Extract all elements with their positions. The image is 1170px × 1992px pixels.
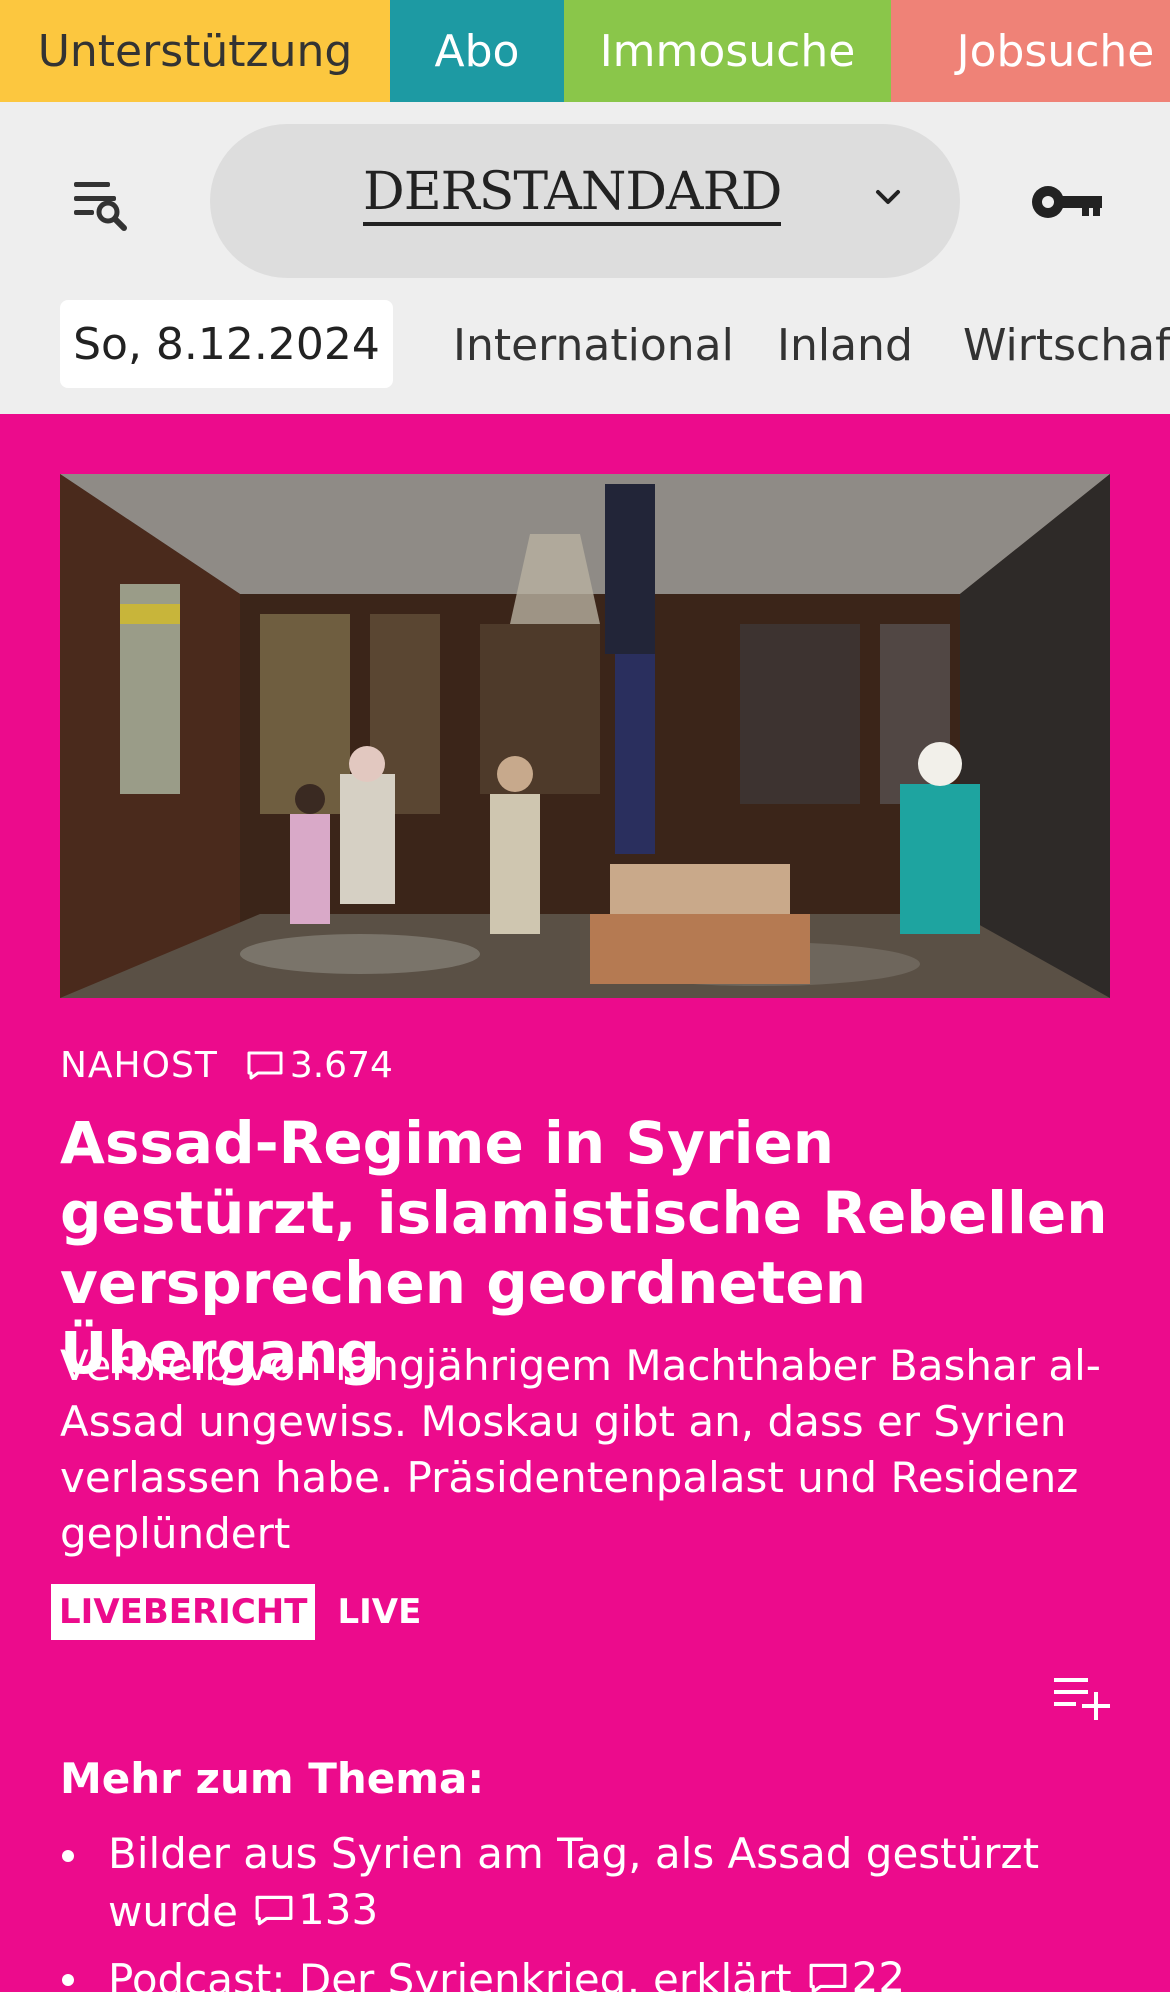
list-item[interactable]: Podcast: Der Syrienkrieg, erklärt 22 [60,1950,1120,1992]
more-topic-list: Bilder aus Syrien am Tag, als Assad gest… [60,1826,1120,1992]
article-rubric[interactable]: NAHOST [60,1045,218,1086]
key-icon [1032,186,1102,218]
logo-switcher[interactable]: DERSTANDARD [210,124,960,278]
article-meta: NAHOST 3.674 [60,1040,393,1090]
login-button[interactable] [1030,174,1106,230]
section-nav: So, 8.12.2024 International Inland Wirts… [0,300,1170,390]
comment-count[interactable]: 3.674 [246,1045,393,1086]
chevron-down-icon[interactable] [868,178,908,218]
related-comment-count-value: 133 [298,1885,379,1934]
immosuche-link[interactable]: Immosuche [564,0,891,102]
list-item[interactable]: Bilder aus Syrien am Tag, als Assad gest… [60,1826,1120,1940]
live-badge: LIVE [337,1592,422,1632]
article-teaser[interactable]: Verbleib von langjährigem Machthaber Bas… [60,1338,1120,1562]
related-link-text[interactable]: Podcast: Der Syrienkrieg, erklärt [108,1955,792,1992]
nav-item-inland[interactable]: Inland [777,320,913,371]
hero-photo [60,474,1110,998]
comment-icon [809,1963,847,1992]
comment-count-value: 3.674 [289,1044,393,1086]
comment-icon [247,1051,283,1080]
playlist-add-icon [1054,1678,1110,1720]
site-header: DERSTANDARD So, 8.12.2024 International … [0,102,1170,414]
date-chip: So, 8.12.2024 [60,300,393,388]
comment-icon [255,1895,293,1926]
article-hero-image[interactable] [60,474,1110,998]
live-badges: LIVEBERICHT LIVE [51,1584,421,1640]
nav-item-wirtschaft[interactable]: Wirtschaft [963,320,1170,371]
abo-link[interactable]: Abo [390,0,564,102]
menu-search-icon [74,182,127,231]
livebericht-badge: LIVEBERICHT [51,1584,316,1640]
add-to-list-button[interactable] [1050,1672,1114,1724]
nav-item-international[interactable]: International [453,320,734,371]
related-comment-count[interactable]: 22 [792,1950,905,1992]
related-comment-count-value: 22 [851,1953,906,1992]
menu-search-button[interactable] [68,174,140,238]
related-comment-count[interactable]: 133 [238,1882,378,1938]
jobsuche-link[interactable]: Jobsuche [891,0,1170,102]
support-link[interactable]: Unterstützung [0,0,390,102]
site-logo[interactable]: DERSTANDARD [363,164,782,226]
more-topic-title: Mehr zum Thema: [60,1754,485,1803]
top-service-bar: Unterstützung Abo Immosuche Jobsuche [0,0,1170,102]
